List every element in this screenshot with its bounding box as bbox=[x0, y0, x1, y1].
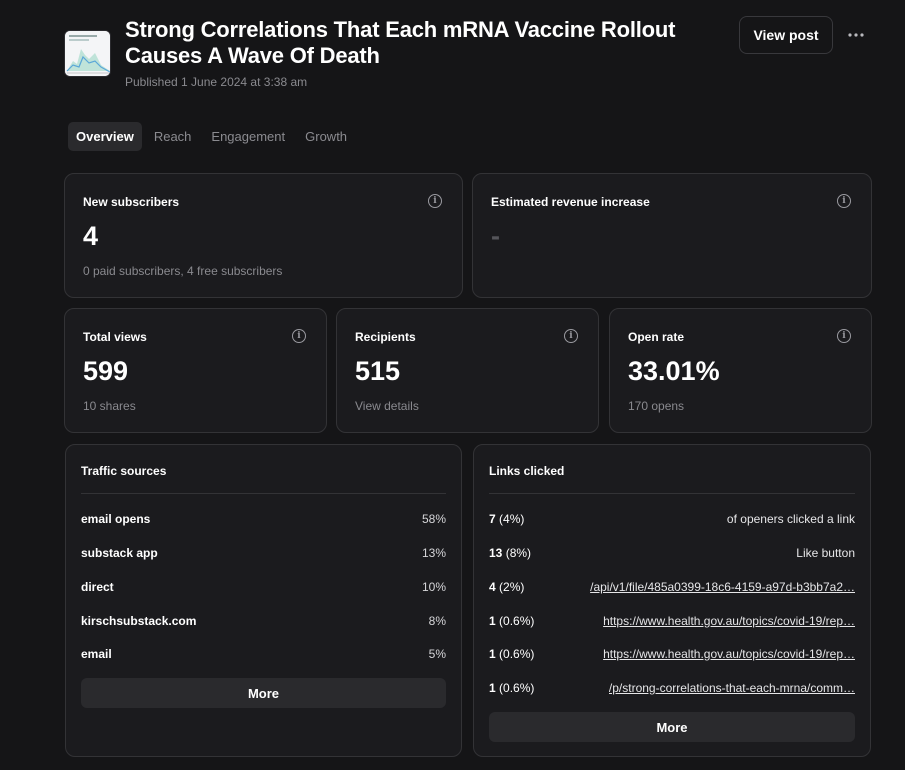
tab-bar: Overview Reach Engagement Growth bbox=[68, 122, 359, 151]
opens-count: 170 opens bbox=[628, 399, 685, 413]
info-icon[interactable]: i bbox=[837, 194, 851, 208]
open-rate-label: Open rate bbox=[628, 330, 685, 344]
view-post-button[interactable]: View post bbox=[739, 16, 833, 54]
traffic-source-percent: 58% bbox=[421, 512, 446, 526]
traffic-sources-card: Traffic sources email opens 58% substack… bbox=[65, 444, 462, 757]
link-url[interactable]: /api/v1/file/485a0399-18c6-4159-a97d-b3b… bbox=[590, 580, 855, 594]
info-icon[interactable]: i bbox=[837, 329, 851, 343]
links-clicked-title: Links clicked bbox=[489, 464, 565, 478]
post-thumbnail bbox=[64, 30, 111, 77]
link-count-number: 1 bbox=[489, 681, 496, 695]
traffic-source-name: direct bbox=[81, 580, 114, 594]
more-horizontal-icon[interactable] bbox=[843, 22, 869, 48]
link-click-count: 1 (0.6%) bbox=[489, 614, 534, 628]
new-subscribers-value: 4 bbox=[83, 221, 99, 251]
link-count-percent: (4%) bbox=[499, 512, 525, 526]
traffic-more-button[interactable]: More bbox=[81, 678, 446, 708]
link-click-count: 1 (0.6%) bbox=[489, 647, 534, 661]
revenue-label: Estimated revenue increase bbox=[491, 195, 650, 209]
traffic-source-name: email bbox=[81, 647, 112, 661]
traffic-source-name: kirschsubstack.com bbox=[81, 614, 197, 628]
revenue-card: Estimated revenue increase i - bbox=[472, 173, 872, 298]
post-title: Strong Correlations That Each mRNA Vacci… bbox=[125, 17, 676, 68]
link-click-count: 1 (0.6%) bbox=[489, 681, 534, 695]
link-count-percent: (0.6%) bbox=[499, 681, 535, 695]
link-click-count: 13 (8%) bbox=[489, 546, 531, 560]
link-url[interactable]: /p/strong-correlations-that-each-mrna/co… bbox=[609, 681, 855, 695]
traffic-row: email 5% bbox=[81, 644, 446, 664]
tab-growth[interactable]: Growth bbox=[297, 122, 355, 151]
link-row: 7 (4%) of openers clicked a link bbox=[489, 509, 855, 529]
link-url[interactable]: https://www.health.gov.au/topics/covid-1… bbox=[603, 647, 855, 661]
link-row: 13 (8%) Like button bbox=[489, 543, 855, 563]
view-details-link[interactable]: View details bbox=[355, 399, 419, 413]
recipients-label: Recipients bbox=[355, 330, 416, 344]
link-count-percent: (0.6%) bbox=[499, 614, 535, 628]
link-click-count: 4 (2%) bbox=[489, 580, 524, 594]
traffic-source-percent: 8% bbox=[428, 614, 446, 628]
link-row: 1 (0.6%) https://www.health.gov.au/topic… bbox=[489, 611, 855, 631]
link-click-count: 7 (4%) bbox=[489, 512, 524, 526]
info-icon[interactable]: i bbox=[292, 329, 306, 343]
total-views-value: 599 bbox=[83, 356, 129, 386]
link-count-number: 4 bbox=[489, 580, 496, 594]
tab-reach[interactable]: Reach bbox=[146, 122, 200, 151]
traffic-source-percent: 5% bbox=[428, 647, 446, 661]
link-label: of openers clicked a link bbox=[726, 512, 855, 526]
traffic-row: direct 10% bbox=[81, 577, 446, 597]
link-count-number: 7 bbox=[489, 512, 496, 526]
tab-engagement[interactable]: Engagement bbox=[203, 122, 293, 151]
link-row: 1 (0.6%) /p/strong-correlations-that-eac… bbox=[489, 678, 855, 698]
links-clicked-card: Links clicked 7 (4%) of openers clicked … bbox=[473, 444, 871, 757]
info-icon[interactable]: i bbox=[564, 329, 578, 343]
new-subscribers-breakdown: 0 paid subscribers, 4 free subscribers bbox=[83, 264, 283, 278]
traffic-row: substack app 13% bbox=[81, 543, 446, 563]
total-views-card: Total views i 599 10 shares bbox=[64, 308, 327, 433]
link-row: 1 (0.6%) https://www.health.gov.au/topic… bbox=[489, 644, 855, 664]
traffic-sources-title: Traffic sources bbox=[81, 464, 167, 478]
link-count-percent: (0.6%) bbox=[499, 647, 535, 661]
traffic-source-name: email opens bbox=[81, 512, 151, 526]
recipients-value: 515 bbox=[355, 356, 401, 386]
divider bbox=[489, 493, 855, 494]
divider bbox=[81, 493, 446, 494]
traffic-row: kirschsubstack.com 8% bbox=[81, 611, 446, 631]
open-rate-value: 33.01% bbox=[628, 356, 720, 386]
total-views-label: Total views bbox=[83, 330, 147, 344]
tab-overview[interactable]: Overview bbox=[68, 122, 142, 151]
published-date: Published 1 June 2024 at 3:38 am bbox=[125, 75, 308, 89]
thumbnail-chart-image bbox=[65, 31, 110, 76]
traffic-source-percent: 10% bbox=[421, 580, 446, 594]
traffic-row: email opens 58% bbox=[81, 509, 446, 529]
new-subscribers-label: New subscribers bbox=[83, 195, 180, 209]
link-count-number: 13 bbox=[489, 546, 503, 560]
revenue-value: - bbox=[491, 221, 500, 251]
link-count-number: 1 bbox=[489, 614, 496, 628]
open-rate-card: Open rate i 33.01% 170 opens bbox=[609, 308, 872, 433]
link-count-number: 1 bbox=[489, 647, 496, 661]
links-more-button[interactable]: More bbox=[489, 712, 855, 742]
link-url[interactable]: https://www.health.gov.au/topics/covid-1… bbox=[603, 614, 855, 628]
link-count-percent: (8%) bbox=[505, 546, 532, 560]
recipients-card: Recipients i 515 View details bbox=[336, 308, 599, 433]
link-label: Like button bbox=[796, 546, 855, 560]
link-count-percent: (2%) bbox=[499, 580, 525, 594]
shares-count: 10 shares bbox=[83, 399, 136, 413]
link-row: 4 (2%) /api/v1/file/485a0399-18c6-4159-a… bbox=[489, 577, 855, 597]
traffic-source-name: substack app bbox=[81, 546, 158, 560]
new-subscribers-card: New subscribers i 4 0 paid subscribers, … bbox=[64, 173, 463, 298]
info-icon[interactable]: i bbox=[428, 194, 442, 208]
traffic-source-percent: 13% bbox=[421, 546, 446, 560]
